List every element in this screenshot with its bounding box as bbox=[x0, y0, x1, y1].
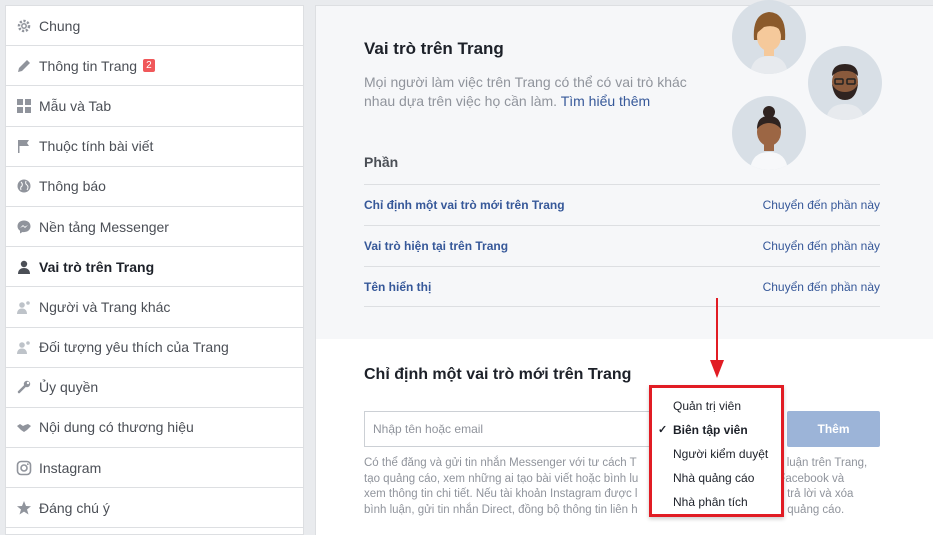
sidebar-item-instagram[interactable]: Instagram bbox=[6, 448, 303, 489]
role-option-label: Biên tập viên bbox=[673, 423, 748, 437]
sidebar-item-label: Thông tin Trang bbox=[39, 57, 138, 74]
role-option-label: Nhà quảng cáo bbox=[673, 471, 755, 485]
checkmark-icon: ✓ bbox=[658, 424, 668, 436]
note-fragment: luận trên Trang, bbox=[786, 457, 868, 469]
go-to-section-link[interactable]: Chuyển đến phần này bbox=[763, 198, 880, 212]
sidebar-item-branded-content[interactable]: Nội dung có thương hiệu bbox=[6, 408, 303, 449]
people-icon bbox=[16, 299, 32, 315]
sidebar-item-messenger-platform[interactable]: Nền tảng Messenger bbox=[6, 207, 303, 248]
role-option-label: Nhà phân tích bbox=[673, 495, 748, 509]
role-description-note: Có thể đăng và gửi tin nhắn Messenger vớ… bbox=[364, 456, 880, 518]
sidebar-item-label: Nội dung có thương hiệu bbox=[39, 419, 194, 436]
go-to-section-link[interactable]: Chuyển đến phần này bbox=[763, 239, 880, 253]
section-row: Chỉ định một vai trò mới trên Trang Chuy… bbox=[364, 184, 880, 225]
role-option-label: Người kiểm duyệt bbox=[673, 447, 769, 461]
red-arrow-annotation bbox=[710, 298, 724, 378]
grid-icon bbox=[16, 98, 32, 114]
assign-role-title: Chỉ định một vai trò mới trên Trang bbox=[364, 366, 632, 383]
sidebar-item-post-attribution[interactable]: Thuộc tính bài viết bbox=[6, 127, 303, 167]
section-row: Tên hiển thị Chuyển đến phần này bbox=[364, 266, 880, 307]
learn-more-link[interactable]: Tìm hiểu thêm bbox=[561, 93, 650, 109]
sidebar-item-label: Đối tượng yêu thích của Trang bbox=[39, 339, 229, 356]
sidebar-item-featured[interactable]: Đáng chú ý bbox=[6, 488, 303, 529]
role-dropdown-menu: Quản trị viên ✓ Biên tập viên Người kiểm… bbox=[649, 385, 784, 517]
note-fragment: Có thể đăng và gửi tin nhắn Messenger vớ… bbox=[364, 457, 637, 469]
go-to-section-link[interactable]: Chuyển đến phần này bbox=[763, 280, 880, 294]
role-option-label: Quản trị viên bbox=[673, 399, 742, 413]
note-fragment: Facebook và bbox=[778, 472, 845, 485]
sidebar-item-notifications[interactable]: Thông báo bbox=[6, 167, 303, 207]
sections-label: Phần bbox=[364, 154, 399, 170]
note-fragment: o quảng cáo. bbox=[777, 503, 845, 516]
avatar-illustration-man bbox=[808, 46, 882, 120]
roles-description: Mọi người làm việc trên Trang có thể có … bbox=[364, 73, 704, 111]
note-fragment: bình luận, gửi tin nhắn Direct, đồng bộ … bbox=[364, 503, 638, 516]
sidebar-item-preferred-audience[interactable]: Đối tượng yêu thích của Trang bbox=[6, 328, 303, 368]
sidebar-item-label: Chung bbox=[39, 17, 81, 34]
sidebar-item-label: Thuộc tính bài viết bbox=[39, 138, 154, 155]
section-link-assign-role[interactable]: Chỉ định một vai trò mới trên Trang bbox=[364, 198, 565, 212]
note-fragment: ể trả lời và xóa bbox=[777, 488, 854, 500]
role-option-editor[interactable]: ✓ Biên tập viên bbox=[652, 418, 781, 442]
sidebar-item-label: Ủy quyền bbox=[39, 379, 99, 396]
sidebar-item-label: Nền tảng Messenger bbox=[39, 218, 169, 235]
gear-icon bbox=[16, 18, 32, 34]
section-link-existing-roles[interactable]: Vai trò hiện tại trên Trang bbox=[364, 239, 508, 253]
role-option-analyst[interactable]: Nhà phân tích bbox=[652, 490, 781, 514]
sidebar-item-label: Thông báo bbox=[39, 178, 106, 195]
flag-icon bbox=[16, 138, 32, 154]
page-roles-panel: Vai trò trên Trang Mọi người làm việc tr… bbox=[315, 0, 933, 535]
sidebar-item-label: Đáng chú ý bbox=[39, 499, 110, 516]
notification-badge: 2 bbox=[143, 59, 155, 73]
add-button[interactable]: Thêm bbox=[787, 411, 880, 447]
sidebar-item-label: Instagram bbox=[39, 459, 102, 476]
note-fragment: tạo quảng cáo, xem những ai tạo bài viết… bbox=[364, 472, 639, 485]
globe-icon bbox=[16, 178, 32, 194]
note-fragment: xem thông tin chi tiết. Nếu tài khoản In… bbox=[364, 488, 638, 500]
sidebar-item-templates-tabs[interactable]: Mẫu và Tab bbox=[6, 86, 303, 127]
messenger-icon bbox=[16, 219, 32, 235]
sidebar-item-page-roles[interactable]: Vai trò trên Trang bbox=[6, 247, 303, 288]
avatar-illustration-woman bbox=[732, 0, 806, 74]
sidebar-item-people-other-pages[interactable]: Người và Trang khác bbox=[6, 287, 303, 328]
section-link-display-name[interactable]: Tên hiển thị bbox=[364, 280, 431, 294]
role-option-advertiser[interactable]: Nhà quảng cáo bbox=[652, 466, 781, 490]
settings-sidebar: Chung Thông tin Trang 2 Mẫu và Tab Thuộc… bbox=[5, 5, 304, 535]
sidebar-item-label: Mẫu và Tab bbox=[39, 97, 112, 114]
sidebar-item-authorizations[interactable]: Ủy quyền bbox=[6, 368, 303, 408]
instagram-icon bbox=[16, 460, 32, 476]
handshake-icon bbox=[16, 419, 32, 435]
sidebar-item-page-info[interactable]: Thông tin Trang 2 bbox=[6, 46, 303, 87]
section-row: Vai trò hiện tại trên Trang Chuyển đến p… bbox=[364, 225, 880, 266]
wrench-icon bbox=[16, 379, 32, 395]
sidebar-item-label: Người và Trang khác bbox=[39, 298, 171, 315]
pencil-icon bbox=[16, 58, 32, 74]
page-title: Vai trò trên Trang bbox=[364, 39, 504, 58]
sidebar-item-label: Vai trò trên Trang bbox=[39, 258, 155, 275]
star-icon bbox=[16, 500, 32, 516]
role-option-moderator[interactable]: Người kiểm duyệt bbox=[652, 442, 781, 466]
role-option-admin[interactable]: Quản trị viên bbox=[652, 394, 781, 418]
person-icon bbox=[16, 259, 32, 275]
people-star-icon bbox=[16, 339, 32, 355]
sidebar-item-general[interactable]: Chung bbox=[6, 6, 303, 47]
assign-role-section: Chỉ định một vai trò mới trên Trang Thêm… bbox=[316, 339, 933, 535]
avatar-illustration-woman-bun bbox=[732, 96, 806, 170]
name-or-email-input[interactable] bbox=[364, 411, 664, 447]
